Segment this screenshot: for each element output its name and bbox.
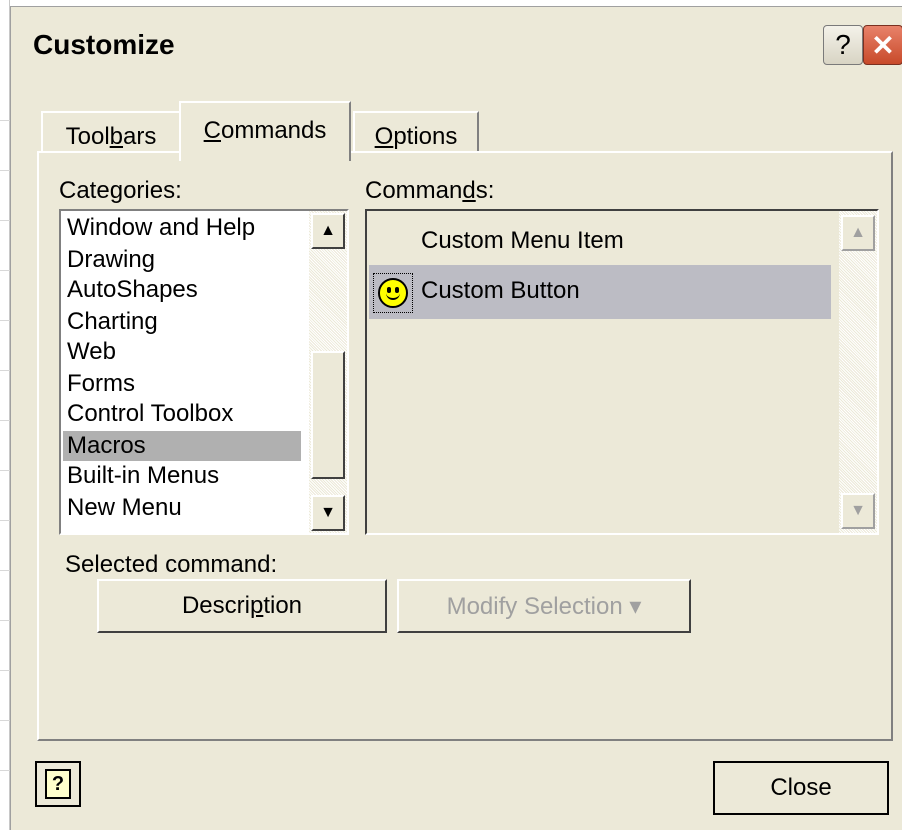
label-text: Cate (59, 177, 110, 204)
label-accesskey: g (109, 177, 124, 204)
grid-line (0, 220, 10, 221)
grid-line (0, 120, 10, 121)
title-close-button[interactable]: ✕ (863, 25, 902, 65)
close-button[interactable]: Close (713, 761, 889, 815)
category-item-selected[interactable]: Macros (63, 431, 301, 461)
grid-line (0, 770, 10, 771)
scroll-down-button[interactable]: ▼ (841, 493, 875, 529)
help-glyph: ? (51, 772, 65, 795)
grid-line (0, 570, 10, 571)
grid-line (0, 470, 10, 471)
grid-line (0, 620, 10, 621)
category-item[interactable]: Charting (67, 307, 158, 337)
customize-dialog: Customize ? ✕ Toolbars Commands Options … (10, 6, 902, 830)
grid-line (0, 320, 10, 321)
category-item[interactable]: Window and Help (67, 213, 255, 243)
scroll-up-button[interactable]: ▲ (311, 213, 345, 249)
smiley-icon (378, 278, 408, 308)
scroll-down-button[interactable]: ▼ (311, 495, 345, 531)
grid-line (0, 170, 10, 171)
categories-scrollbar[interactable]: ▲ ▼ (309, 211, 347, 533)
category-item[interactable]: Forms (67, 369, 135, 399)
category-item[interactable]: Built-in Menus (67, 461, 219, 491)
grid-line (0, 270, 10, 271)
title-help-button[interactable]: ? (823, 25, 863, 65)
label-text: Comman (365, 177, 463, 204)
down-arrow-icon: ▼ (850, 502, 866, 519)
help-icon: ? (45, 769, 71, 799)
commands-listbox[interactable]: Custom Menu Item Custom Button ▲ ▼ (365, 209, 879, 535)
label-text: ories: (123, 177, 182, 204)
question-icon: ? (835, 29, 851, 60)
tab-label: Tool (65, 123, 110, 150)
up-arrow-icon: ▲ (850, 224, 866, 241)
help-button[interactable]: ? (35, 761, 81, 807)
categories-label: Categories: (59, 177, 182, 205)
command-label: Custom Button (421, 277, 580, 304)
commands-tab-panel: Categories: Window and Help Drawing Auto… (37, 151, 893, 741)
button-accesskey: p (249, 592, 264, 619)
dialog-title: Customize (33, 29, 175, 60)
smiley-mouth (386, 292, 400, 300)
grid-line (0, 520, 10, 521)
scroll-thumb[interactable] (311, 351, 345, 479)
description-button[interactable]: Descri p tion (97, 579, 387, 633)
grid-line (0, 720, 10, 721)
category-item[interactable]: Control Toolbox (67, 399, 233, 429)
tab-label-accesskey: C (203, 117, 221, 144)
tab-commands[interactable]: Commands (179, 101, 351, 161)
command-label: Custom Menu Item (421, 227, 624, 254)
down-arrow-icon: ▼ (320, 504, 336, 521)
label-text: s: (475, 177, 495, 204)
category-item[interactable]: AutoShapes (67, 275, 198, 305)
spreadsheet-background (0, 0, 10, 830)
up-arrow-icon: ▲ (320, 222, 336, 239)
tab-label-accesskey: b (109, 123, 124, 150)
command-item-selected[interactable]: Custom Button (369, 265, 831, 319)
close-icon: ✕ (871, 29, 895, 61)
button-label: Modify Selection ▾ (446, 592, 642, 620)
tab-label: ars (123, 123, 157, 150)
grid-line (0, 670, 10, 671)
button-label: Descri (181, 592, 250, 619)
commands-scrollbar[interactable]: ▲ ▼ (839, 211, 877, 533)
commands-label: Commands: (365, 177, 494, 205)
command-icon-frame (373, 273, 413, 313)
grid-line (0, 370, 10, 371)
button-label: tion (263, 592, 303, 619)
selected-command-label: Selected command: (65, 551, 278, 578)
tab-label-accesskey: O (374, 123, 394, 150)
grid-line (0, 420, 10, 421)
title-bar[interactable]: Customize ? ✕ (11, 7, 902, 81)
categories-listbox[interactable]: Window and Help Drawing AutoShapes Chart… (59, 209, 349, 535)
category-item[interactable]: Web (67, 337, 116, 367)
scroll-up-button[interactable]: ▲ (841, 215, 875, 251)
modify-selection-button[interactable]: Modify Selection ▾ (397, 579, 691, 633)
tab-label: ommands (220, 117, 327, 144)
tab-label: ptions (393, 123, 458, 150)
category-item[interactable]: New Menu (67, 493, 182, 523)
category-item[interactable]: Drawing (67, 245, 155, 275)
command-item[interactable]: Custom Menu Item (369, 215, 831, 269)
label-accesskey: d (462, 177, 476, 204)
